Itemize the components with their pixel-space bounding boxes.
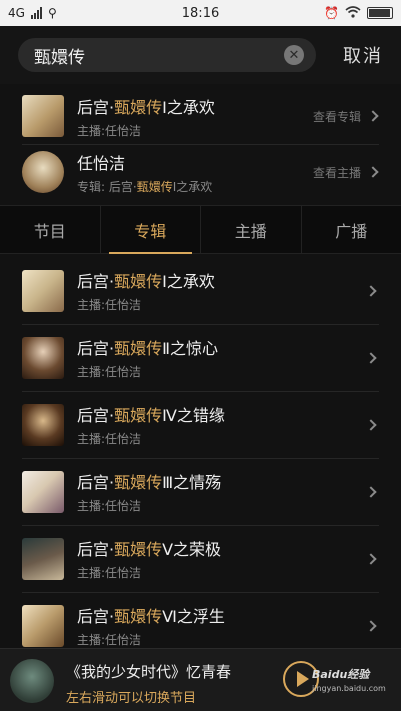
top-result-album[interactable]: 后宫·甄嬛传Ⅰ之承欢 主播:任怡洁 查看专辑 xyxy=(0,86,401,146)
status-bar: 4G ⚲ 18:16 ⏰ xyxy=(0,0,401,26)
list-item-text: 后宫·甄嬛传Ⅰ之承欢 主播:任怡洁 xyxy=(77,268,367,313)
tab-albums[interactable]: 专辑 xyxy=(101,206,201,254)
chevron-right-icon xyxy=(365,619,377,632)
album-anchor: 主播:任怡洁 xyxy=(77,365,142,379)
chevron-right-icon xyxy=(367,110,379,122)
album-cover-image xyxy=(22,403,64,446)
player-cover-image xyxy=(10,659,54,703)
anchor-album: 专辑: 后宫·甄嬛传Ⅰ之承欢 xyxy=(77,179,213,194)
album-cover-image xyxy=(22,95,64,137)
chevron-right-icon xyxy=(365,418,377,431)
album-title: 后宫·甄嬛传Ⅱ之惊心 xyxy=(77,339,218,358)
tab-programs[interactable]: 节目 xyxy=(0,206,101,253)
watermark-brand: Baidu经验 xyxy=(312,668,370,681)
clear-icon[interactable]: ✕ xyxy=(284,45,304,65)
album-title: 后宫·甄嬛传Ⅰ之承欢 xyxy=(77,97,215,117)
album-cover-image xyxy=(22,537,64,580)
list-item[interactable]: 后宫·甄嬛传Ⅲ之情殇 主播:任怡洁 xyxy=(0,458,401,525)
clock: 18:16 xyxy=(181,5,220,21)
album-cover-image xyxy=(22,269,64,312)
cancel-button[interactable]: 取消 xyxy=(343,42,383,68)
list-item[interactable]: 后宫·甄嬛传Ⅱ之惊心 主播:任怡洁 xyxy=(0,324,401,391)
search-query: 甄嬛传 xyxy=(34,47,85,68)
play-icon xyxy=(296,671,309,687)
top-result-anchor-text: 任怡洁 专辑: 后宫·甄嬛传Ⅰ之承欢 xyxy=(77,150,313,195)
list-item-text: 后宫·甄嬛传Ⅲ之情殇 主播:任怡洁 xyxy=(77,469,367,514)
album-anchor: 主播:任怡洁 xyxy=(77,298,142,312)
list-item[interactable]: 后宫·甄嬛传Ⅴ之荣极 主播:任怡洁 xyxy=(0,525,401,592)
album-title: 后宫·甄嬛传Ⅳ之错缘 xyxy=(77,406,225,425)
watermark: Baidu经验 jingyan.baidu.com xyxy=(312,668,394,702)
view-album-link[interactable]: 查看专辑 xyxy=(313,108,361,125)
album-anchor: 主播:任怡洁 xyxy=(77,499,142,513)
album-anchor: 主播:任怡洁 xyxy=(77,633,142,647)
tab-anchors[interactable]: 主播 xyxy=(201,206,302,253)
album-cover-image xyxy=(22,336,64,379)
chevron-right-icon xyxy=(365,284,377,297)
search-bar: 甄嬛传 ✕ 取消 xyxy=(0,26,401,84)
album-cover-image xyxy=(22,470,64,513)
list-item[interactable]: 后宫·甄嬛传Ⅰ之承欢 主播:任怡洁 xyxy=(0,257,401,324)
list-item-text: 后宫·甄嬛传Ⅳ之错缘 主播:任怡洁 xyxy=(77,402,367,447)
album-anchor: 主播:任怡洁 xyxy=(77,123,142,138)
album-title: 后宫·甄嬛传Ⅵ之浮生 xyxy=(77,607,225,626)
anchor-name: 任怡洁 xyxy=(77,153,126,173)
tab-radio[interactable]: 广播 xyxy=(302,206,401,253)
category-tabs: 节目 专辑 主播 广播 xyxy=(0,205,401,254)
chevron-right-icon xyxy=(365,485,377,498)
chevron-right-icon xyxy=(365,552,377,565)
player-hint: 左右滑动可以切换节目 xyxy=(66,691,197,706)
view-anchor-link[interactable]: 查看主播 xyxy=(313,164,361,181)
album-anchor: 主播:任怡洁 xyxy=(77,432,142,446)
list-item[interactable]: 后宫·甄嬛传Ⅳ之错缘 主播:任怡洁 xyxy=(0,391,401,458)
chevron-right-icon xyxy=(367,166,379,178)
list-item-text: 后宫·甄嬛传Ⅱ之惊心 主播:任怡洁 xyxy=(77,335,367,380)
watermark-url: jingyan.baidu.com xyxy=(312,684,386,693)
chevron-right-icon xyxy=(365,351,377,364)
album-anchor: 主播:任怡洁 xyxy=(77,566,142,580)
battery-icon xyxy=(367,7,393,19)
search-input[interactable]: 甄嬛传 ✕ xyxy=(18,38,316,72)
album-title: 后宫·甄嬛传Ⅰ之承欢 xyxy=(77,272,215,291)
album-title: 后宫·甄嬛传Ⅴ之荣极 xyxy=(77,540,222,559)
album-title: 后宫·甄嬛传Ⅲ之情殇 xyxy=(77,473,222,492)
top-result-album-text: 后宫·甄嬛传Ⅰ之承欢 主播:任怡洁 xyxy=(77,94,313,139)
list-item-text: 后宫·甄嬛传Ⅴ之荣极 主播:任怡洁 xyxy=(77,536,367,581)
list-item-text: 后宫·甄嬛传Ⅵ之浮生 主播:任怡洁 xyxy=(77,603,367,648)
top-result-anchor[interactable]: 任怡洁 专辑: 后宫·甄嬛传Ⅰ之承欢 查看主播 xyxy=(0,142,401,202)
anchor-avatar xyxy=(22,151,64,193)
player-title: 《我的少女时代》忆青春 xyxy=(66,663,232,681)
album-cover-image xyxy=(22,604,64,647)
